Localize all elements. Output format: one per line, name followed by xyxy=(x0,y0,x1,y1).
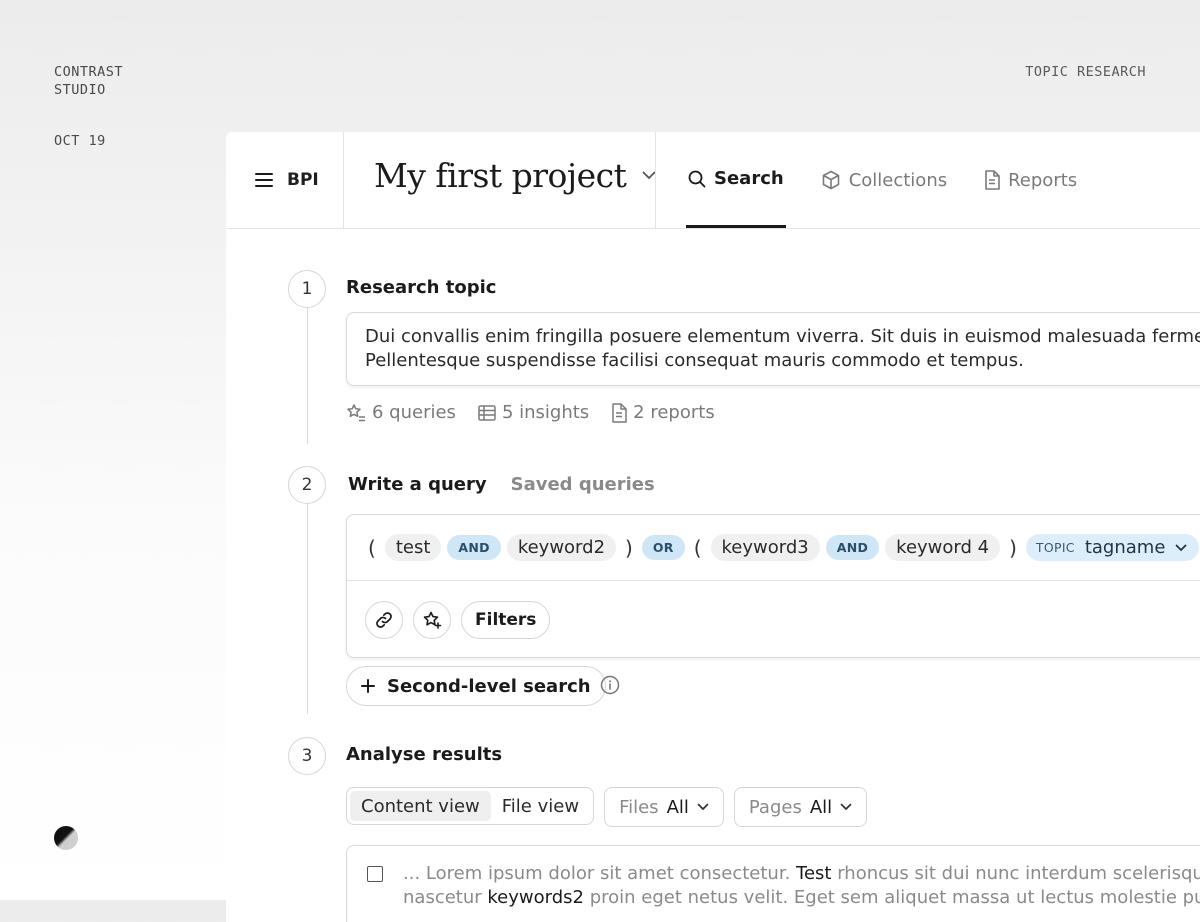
search-icon xyxy=(688,170,706,187)
chevron-down-icon[interactable] xyxy=(1175,544,1187,552)
project-title: My first project xyxy=(374,156,627,195)
stat-reports-label: 2 reports xyxy=(633,402,715,423)
files-filter-value: All xyxy=(666,796,689,818)
link-icon xyxy=(376,612,392,628)
query-term-chip[interactable]: keyword2 xyxy=(506,534,617,561)
document-icon xyxy=(985,170,1000,190)
brand-name-line2: STUDIO xyxy=(54,82,106,98)
stat-queries-label: 6 queries xyxy=(372,402,456,423)
tab-write-query[interactable]: Write a query xyxy=(348,474,487,495)
query-term-chip[interactable]: keyword3 xyxy=(710,534,820,561)
operator-and-chip[interactable]: AND xyxy=(825,535,880,560)
second-level-search-button[interactable]: Second-level search xyxy=(346,666,606,706)
pages-filter-label: Pages xyxy=(748,796,802,818)
research-topic-field[interactable]: Dui convallis enim fringilla posuere ele… xyxy=(346,312,1200,386)
hamburger-icon[interactable] xyxy=(255,173,273,187)
step-number-3: 3 xyxy=(288,737,326,775)
snippet-text: rhoncus sit dui nunc interdum scelerisqu… xyxy=(837,863,1200,884)
document-icon xyxy=(612,402,627,423)
topic-text-line1: Dui convallis enim fringilla posuere ele… xyxy=(365,326,1200,347)
snippet-text: ... Lorem ipsum dolor sit amet consectet… xyxy=(403,863,797,884)
topic-tag-label: TOPIC xyxy=(1035,540,1075,555)
step-connector xyxy=(307,306,308,444)
open-paren: ( xyxy=(693,535,702,560)
query-row: ( test AND keyword2 ) OR ( keyword3 AND … xyxy=(347,515,1200,581)
tab-search[interactable]: Search xyxy=(686,132,786,228)
step-connector xyxy=(307,502,308,714)
snippet-highlight: Test xyxy=(796,863,832,884)
top-bar: BPI My first project Search Collections … xyxy=(226,132,1200,229)
query-term-chip[interactable]: test xyxy=(384,534,442,561)
results-toolbar: Content view File view Files All Pages A… xyxy=(346,787,868,827)
star-plus-icon xyxy=(423,611,442,629)
star-list-icon xyxy=(347,403,365,421)
view-switcher: Content view File view xyxy=(346,787,595,825)
plus-icon xyxy=(361,679,375,693)
files-filter-dropdown[interactable]: Files All xyxy=(604,787,724,827)
topbar-divider xyxy=(655,132,656,228)
topic-tag-value: tagname xyxy=(1084,537,1166,558)
query-term-chip[interactable]: keyword 4 xyxy=(885,534,1001,561)
topic-tag-chip[interactable]: TOPIC tagname xyxy=(1025,534,1200,561)
stat-reports[interactable]: 2 reports xyxy=(611,402,715,423)
pages-filter-dropdown[interactable]: Pages All xyxy=(733,787,868,827)
brand-date: OCT 19 xyxy=(54,133,106,149)
tab-reports[interactable]: Reports xyxy=(982,132,1079,228)
app-panel: BPI My first project Search Collections … xyxy=(226,132,1200,922)
topbar-divider xyxy=(343,132,344,228)
snippet-text: proin eget netus velit. Eget sem aliquet… xyxy=(583,887,1200,908)
cube-icon xyxy=(822,170,839,190)
operator-or-chip[interactable]: OR xyxy=(641,535,685,560)
org-menu[interactable]: BPI xyxy=(255,170,319,190)
chevron-down-icon xyxy=(697,803,709,811)
page-label: TOPIC RESEARCH xyxy=(1025,64,1146,80)
result-snippet: ... Lorem ipsum dolor sit amet consectet… xyxy=(403,862,1200,910)
step-number-1: 1 xyxy=(288,270,326,308)
files-filter-label: Files xyxy=(619,796,659,818)
info-icon[interactable] xyxy=(600,675,620,695)
step-title-analyse-results: Analyse results xyxy=(346,744,503,765)
snippet-highlight: keywords2 xyxy=(487,887,584,908)
brand-name-line1: CONTRAST xyxy=(54,64,124,80)
query-builder: ( test AND keyword2 ) OR ( keyword3 AND … xyxy=(346,514,1200,658)
stat-insights[interactable]: 5 insights xyxy=(478,402,589,423)
tab-search-label: Search xyxy=(714,168,784,189)
tab-saved-queries[interactable]: Saved queries xyxy=(511,474,655,495)
tab-collections-label: Collections xyxy=(848,169,948,191)
result-card: ... Lorem ipsum dolor sit amet consectet… xyxy=(346,845,1200,922)
open-paren: ( xyxy=(368,535,376,560)
project-selector[interactable]: My first project xyxy=(374,156,656,195)
topic-text-line2: Pellentesque suspendisse facilisi conseq… xyxy=(365,350,1024,371)
step-title-research-topic: Research topic xyxy=(346,277,497,298)
chevron-down-icon xyxy=(840,803,852,811)
close-paren: ) xyxy=(1009,535,1017,560)
query-actions: Filters xyxy=(365,601,551,639)
studio-brand: CONTRAST STUDIO OCT 19 xyxy=(54,63,123,150)
pages-filter-value: All xyxy=(809,796,833,818)
filters-button[interactable]: Filters xyxy=(461,601,551,639)
second-level-search-label: Second-level search xyxy=(387,675,591,697)
main-tabs: Search Collections Reports xyxy=(686,132,1112,228)
studio-logo-icon xyxy=(54,826,78,850)
stat-queries[interactable]: 6 queries xyxy=(346,402,456,423)
content-view-button[interactable]: Content view xyxy=(350,791,491,821)
file-view-button[interactable]: File view xyxy=(491,791,590,821)
save-query-button[interactable] xyxy=(413,601,451,639)
result-checkbox[interactable] xyxy=(367,866,383,882)
query-tabs: Write a query Saved queries xyxy=(348,474,655,495)
copy-link-button[interactable] xyxy=(365,601,403,639)
org-name: BPI xyxy=(287,170,319,190)
step-number-2: 2 xyxy=(288,466,326,504)
snippet-text: nascetur xyxy=(403,887,488,908)
close-paren: ) xyxy=(625,535,633,560)
table-icon xyxy=(478,404,496,421)
tab-reports-label: Reports xyxy=(1008,169,1078,191)
operator-and-chip[interactable]: AND xyxy=(447,535,501,560)
tab-collections[interactable]: Collections xyxy=(819,132,949,228)
stat-insights-label: 5 insights xyxy=(501,402,590,423)
topic-stats: 6 queries 5 insights 2 reports xyxy=(346,402,715,423)
